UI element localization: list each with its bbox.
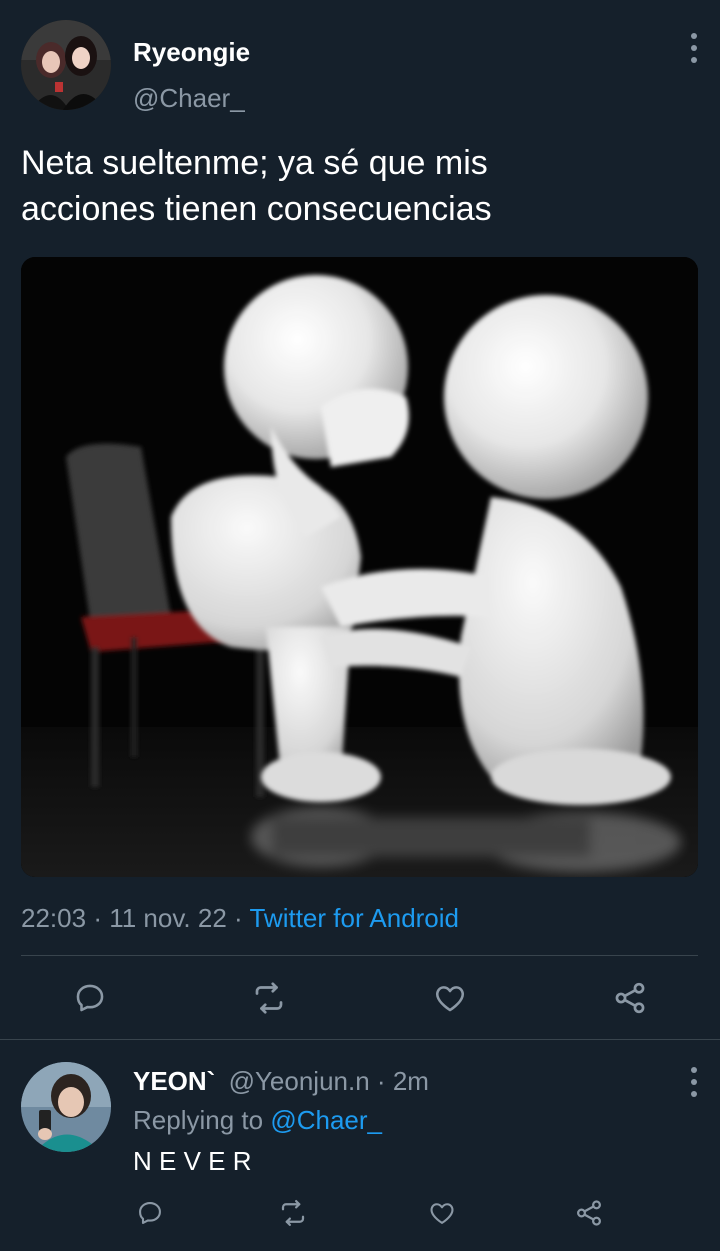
tweet-date: 11 nov. 22 <box>109 903 227 933</box>
share-icon <box>615 982 645 1014</box>
tweet-divider <box>0 1039 720 1040</box>
replying-to-handle[interactable]: @Chaer_ <box>270 1105 382 1135</box>
reply-icon <box>139 1202 161 1224</box>
reply-author-name[interactable]: YEON` <box>133 1066 215 1096</box>
share-icon <box>576 1200 602 1226</box>
reply-icon <box>76 984 104 1012</box>
reply-retweet-button[interactable] <box>273 1195 313 1231</box>
reply-text: N E V E R <box>133 1146 252 1176</box>
reply-like-button[interactable] <box>422 1195 462 1231</box>
reply-header: YEON` @Yeonjun.n · 2m <box>133 1066 429 1097</box>
author-avatar[interactable] <box>21 20 111 110</box>
replying-to: Replying to @Chaer_ <box>133 1105 382 1136</box>
author-handle[interactable]: @Chaer_ <box>133 83 245 114</box>
tweet-time: 22:03 <box>21 903 87 933</box>
like-icon <box>430 1203 454 1224</box>
tweet-text: Neta sueltenme; ya sé que mis acciones t… <box>21 140 492 232</box>
tweet-media[interactable] <box>21 257 698 877</box>
tweet-meta: 22:03 · 11 nov. 22 · Twitter for Android <box>21 903 459 934</box>
share-button[interactable] <box>608 978 652 1018</box>
reply-share-button[interactable] <box>569 1195 609 1231</box>
reply-more-options-icon[interactable] <box>684 1067 704 1097</box>
reply-author-handle[interactable]: @Yeonjun.n <box>229 1066 370 1096</box>
replying-to-label: Replying to <box>133 1105 264 1135</box>
tweet-text-line1: Neta sueltenme; ya sé que mis <box>21 144 488 182</box>
like-icon <box>436 986 464 1012</box>
tweet-text-line2: acciones tienen consecuencias <box>21 190 492 228</box>
reply-button[interactable] <box>68 978 112 1018</box>
retweet-button[interactable] <box>247 978 291 1018</box>
tweet-source-link[interactable]: Twitter for Android <box>249 903 459 933</box>
more-options-icon[interactable] <box>684 33 704 63</box>
meme-image <box>21 257 698 877</box>
reply-separator: · <box>376 1066 386 1096</box>
reply-age: 2m <box>392 1066 429 1096</box>
reply-author-avatar[interactable] <box>21 1062 111 1152</box>
meta-divider <box>21 955 698 956</box>
retweet-icon <box>255 982 283 1014</box>
meta-separator: · <box>93 903 102 933</box>
meta-separator: · <box>234 903 243 933</box>
author-name[interactable]: Ryeongie <box>133 37 250 68</box>
retweet-icon <box>281 1200 305 1226</box>
reply-reply-button[interactable] <box>130 1195 170 1231</box>
like-button[interactable] <box>428 978 472 1018</box>
